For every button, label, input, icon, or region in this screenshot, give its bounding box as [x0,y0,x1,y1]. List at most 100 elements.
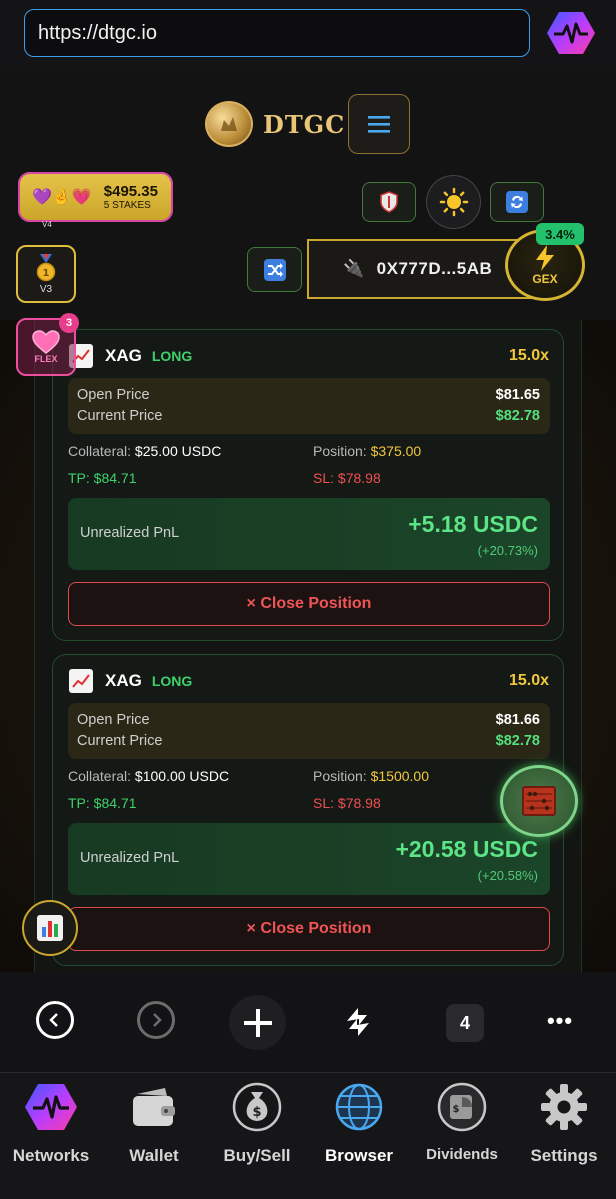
position-card: XAG LONG 15.0x Open Price $81.65 Current … [52,329,564,641]
current-price-value: $82.78 [495,733,540,749]
abacus-button[interactable] [500,765,578,837]
open-price-label: Open Price [77,712,150,728]
position-side: LONG [151,348,193,364]
close-position-button[interactable]: × Close Position [68,907,550,951]
stop-loss-info: SL: $78.98 [313,470,381,486]
v3-label: V3 [39,283,53,295]
back-button[interactable] [36,1001,74,1039]
collateral-info: Collateral: $25.00 USDC [68,443,222,459]
svg-text:1: 1 [43,268,50,279]
tab-label: Dividends [426,1146,498,1163]
pulse-icon [24,1080,78,1134]
shuffle-button[interactable] [247,247,302,292]
open-price-value: $81.65 [495,387,540,403]
stakes-amount: $495.35 [103,183,158,200]
tab-buy-sell[interactable]: $ Buy/Sell [207,1080,307,1166]
url-input[interactable]: https://dtgc.io [24,9,530,57]
sync-button[interactable] [490,182,544,222]
tab-browser[interactable]: Browser [309,1080,409,1166]
tab-label: Browser [324,1146,394,1165]
close-position-button[interactable]: × Close Position [68,582,550,626]
tab-count-button[interactable]: 4 [446,1004,484,1042]
position-side: LONG [151,673,193,689]
position-leverage: 15.0x [508,672,549,689]
position-leverage: 15.0x [508,347,549,364]
tab-label: Buy/Sell [223,1146,291,1165]
tab-label: Wallet [129,1146,179,1165]
shield-icon [380,191,398,213]
tab-networks[interactable]: Networks [1,1080,101,1166]
dividends-icon: $ [435,1080,489,1134]
lightning-icon [536,244,554,271]
stop-loss-info: SL: $78.98 [313,795,381,811]
dtgc-logo[interactable]: DTGC [205,101,345,147]
tab-dividends[interactable]: $ Dividends [412,1080,512,1163]
money-bag-icon: $ [230,1080,284,1134]
pnl-label: Unrealized PnL [80,525,180,541]
shuffle-icon [263,258,286,281]
svg-text:$: $ [453,1104,460,1115]
chevron-right-icon [153,1013,162,1027]
price-box: Open Price $81.65 Current Price $82.78 [68,378,550,434]
refresh-icon [347,1008,369,1036]
refresh-button[interactable] [338,1001,378,1043]
theme-toggle-button[interactable] [426,175,481,229]
stakes-count: 5 STAKES [103,200,151,211]
pnl-percent: (+20.58%) [477,868,538,883]
tab-settings[interactable]: Settings [514,1080,614,1166]
sun-icon [439,187,468,217]
current-price-value: $82.78 [495,408,540,424]
unrealized-pnl-box: Unrealized PnL +5.18 USDC (+20.73%) [68,498,550,570]
position-card: XAG LONG 15.0x Open Price $81.66 Current … [52,654,564,966]
more-options-button[interactable]: ••• [540,1001,580,1041]
stats-button[interactable] [22,900,78,956]
take-profit-info: TP: $84.71 [68,795,137,811]
shield-button[interactable] [362,182,416,222]
stakes-emoji: 💜🤞💗 [32,189,92,206]
pulse-icon[interactable] [546,10,596,56]
pnl-percent: (+20.73%) [477,543,538,558]
hamburger-menu-button[interactable] [348,94,410,154]
current-price-label: Current Price [77,733,163,749]
medal-icon: 1 [36,253,56,281]
take-profit-info: TP: $84.71 [68,470,137,486]
trend-chart-icon [69,669,93,693]
pnl-value: +20.58 USDC [395,836,538,862]
position-asset: XAG [105,671,142,690]
plus-icon [243,1008,272,1037]
chevron-left-icon [49,1013,58,1027]
flex-label: FLEX [34,354,58,364]
gex-label: GEX [532,271,558,286]
pnl-label: Unrealized PnL [80,850,180,866]
open-price-value: $81.66 [495,712,540,728]
flex-count-badge: 3 [59,313,79,333]
tab-label: Settings [530,1146,598,1165]
current-price-label: Current Price [77,408,163,424]
globe-icon [332,1080,386,1134]
browser-nav-bar [0,972,616,1072]
tab-label: Networks [12,1146,90,1165]
position-size-info: Position: $1500.00 [313,768,429,784]
abacus-icon [522,786,556,816]
v4-label: V4 [42,220,52,229]
sync-icon [506,191,528,213]
gold-coin-icon [205,101,253,147]
bar-chart-icon [37,915,63,941]
hamburger-icon [368,116,390,133]
price-box: Open Price $81.66 Current Price $82.78 [68,703,550,759]
heart-icon [32,330,60,354]
wallet-address-button[interactable]: 🔌 0X777D...5AB [307,239,537,299]
forward-button[interactable] [137,1001,175,1039]
plug-icon: 🔌 [343,259,365,278]
pnl-value: +5.18 USDC [408,511,538,537]
position-size-info: Position: $375.00 [313,443,422,459]
logo-text: DTGC [263,109,346,139]
tab-wallet[interactable]: Wallet [104,1080,204,1166]
new-tab-button[interactable] [229,995,286,1050]
collateral-info: Collateral: $100.00 USDC [68,768,230,784]
stakes-summary-button[interactable]: 💜🤞💗 $495.35 5 STAKES [18,172,173,222]
position-asset: XAG [105,346,142,365]
open-price-label: Open Price [77,387,150,403]
v3-medal-button[interactable]: 1 V3 [16,245,76,303]
unrealized-pnl-box: Unrealized PnL +20.58 USDC (+20.58%) [68,823,550,895]
